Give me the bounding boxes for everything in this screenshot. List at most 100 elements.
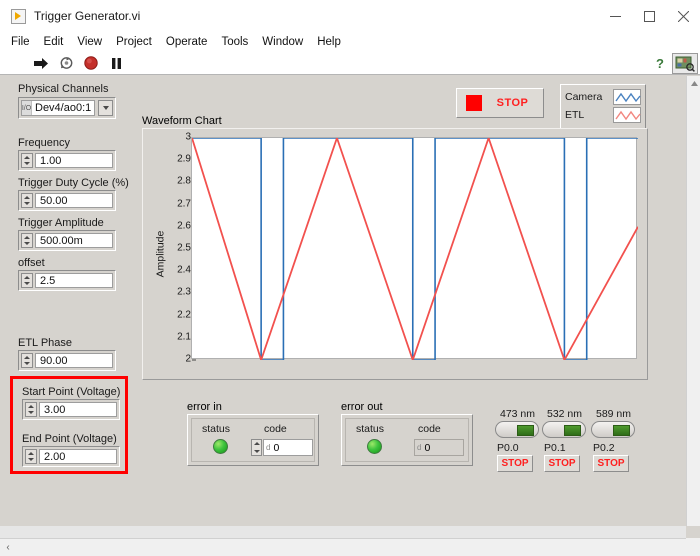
offset-control[interactable]: 2.5 [18,270,116,291]
end-point-label: End Point (Voltage) [22,433,117,445]
menu-help[interactable]: Help [310,34,348,50]
stop-indicator-icon [466,95,482,111]
run-continuously-button[interactable] [58,55,74,71]
scroll-up-arrow-icon[interactable] [687,76,700,91]
decrement-icon[interactable] [22,361,32,368]
abort-execution-button[interactable] [83,55,99,71]
start-point-value[interactable]: 3.00 [39,402,117,417]
duty-cycle-value[interactable]: 50.00 [35,193,113,208]
duty-cycle-label: Trigger Duty Cycle (%) [18,177,129,189]
offset-value[interactable]: 2.5 [35,273,113,288]
close-button[interactable] [666,0,700,32]
error-out-code-control: d 0 [414,439,464,456]
etl-phase-value[interactable]: 90.00 [35,353,113,368]
physical-channels-dropdown-button[interactable] [98,100,113,116]
trigger-amplitude-label: Trigger Amplitude [18,217,104,229]
etl-phase-control[interactable]: 90.00 [18,350,116,371]
end-point-control[interactable]: 2.00 [22,446,120,467]
scrollbar-corner [686,538,700,556]
maximize-button[interactable] [632,0,666,32]
laser-589-stop-button[interactable]: STOP [593,455,629,472]
menu-project[interactable]: Project [109,34,159,50]
error-out-radix-label: d [417,443,422,452]
decrement-icon[interactable] [26,410,36,417]
offset-label: offset [18,257,45,269]
run-button[interactable] [33,55,49,71]
scroll-left-arrow-icon[interactable]: ‹ [0,542,16,553]
etl-phase-stepper[interactable] [21,353,33,368]
laser-589-line-label: P0.2 [593,442,615,454]
error-out-code-value: 0 [424,441,431,454]
laser-532-line-label: P0.1 [544,442,566,454]
horizontal-scrollbar[interactable]: ‹ › [0,538,700,556]
decrement-icon[interactable] [22,281,32,288]
frequency-stepper[interactable] [21,153,33,168]
offset-stepper[interactable] [21,273,33,288]
frequency-value[interactable]: 1.00 [35,153,113,168]
legend-item-etl[interactable]: ETL [565,106,641,124]
laser-532-toggle[interactable] [542,421,586,438]
legend-item-camera[interactable]: Camera [565,88,641,106]
menu-edit[interactable]: Edit [37,34,71,50]
error-in-cluster[interactable]: status code d 0 [187,414,319,466]
menu-tools[interactable]: Tools [214,34,255,50]
physical-channels-control[interactable]: I/O Dev4/ao0:1 [18,97,116,119]
error-out-status-led [367,439,382,454]
menu-operate[interactable]: Operate [159,34,215,50]
menu-window[interactable]: Window [255,34,310,50]
laser-473-stop-button[interactable]: STOP [497,455,533,472]
error-in-label: error in [187,401,222,413]
error-in-code-control[interactable]: d 0 [251,439,313,456]
chart-plot-area[interactable] [191,137,637,359]
toggle-knob-icon [564,424,581,436]
end-point-stepper[interactable] [25,449,37,464]
decrement-icon[interactable] [252,448,261,456]
chart-traces [192,138,638,360]
increment-icon[interactable] [252,440,261,448]
decrement-icon[interactable] [22,241,32,248]
vi-application-icon [11,8,26,24]
stop-button[interactable]: STOP [456,88,544,118]
end-point-value[interactable]: 2.00 [39,449,117,464]
trigger-amplitude-value[interactable]: 500.00m [35,233,113,248]
chart-legend[interactable]: Camera ETL [560,84,646,129]
duty-cycle-stepper[interactable] [21,193,33,208]
trigger-amplitude-control[interactable]: 500.00m [18,230,116,251]
trigger-amplitude-stepper[interactable] [21,233,33,248]
start-point-stepper[interactable] [25,402,37,417]
duty-cycle-control[interactable]: 50.00 [18,190,116,211]
laser-589-stop-label: STOP [597,458,625,469]
laser-532-wavelength-label: 532 nm [547,408,583,420]
laser-473-line-label: P0.0 [497,442,519,454]
minimize-button[interactable] [598,0,632,32]
frequency-control[interactable]: 1.00 [18,150,116,171]
decrement-icon[interactable] [26,457,36,464]
chart-y-tick: 2.8 [177,175,196,187]
context-help-icon[interactable]: ? [652,56,668,71]
laser-473-toggle[interactable] [495,421,539,438]
pause-button[interactable] [108,55,124,71]
error-out-status-label: status [356,423,385,435]
error-out-label: error out [341,401,383,413]
laser-532-stop-button[interactable]: STOP [544,455,580,472]
physical-channels-field[interactable]: I/O Dev4/ao0:1 [21,100,95,116]
vertical-scrollbar[interactable] [686,76,700,526]
waveform-chart[interactable]: Amplitude 3 2.9 2.8 2.7 2.6 2.5 2.4 2.3 2.2 2.1 2 [142,128,648,380]
error-in-code-field[interactable]: d 0 [263,439,313,456]
chart-y-tick: 2.6 [177,220,196,232]
start-point-control[interactable]: 3.00 [22,399,120,420]
etl-phase-label: ETL Phase [18,337,73,349]
menu-file[interactable]: File [4,34,37,50]
error-in-status-label: status [202,423,231,435]
frequency-label: Frequency [18,137,70,149]
chart-y-tick: 2.7 [177,198,196,210]
error-in-code-stepper[interactable] [251,439,262,456]
decrement-icon[interactable] [22,201,32,208]
decrement-icon[interactable] [22,161,32,168]
legend-swatch-etl [613,107,641,123]
laser-589-toggle[interactable] [591,421,635,438]
search-panel-icon[interactable] [672,53,698,74]
toolbar: ? [0,52,700,75]
menu-view[interactable]: View [70,34,109,50]
io-name-icon: I/O [22,101,32,115]
